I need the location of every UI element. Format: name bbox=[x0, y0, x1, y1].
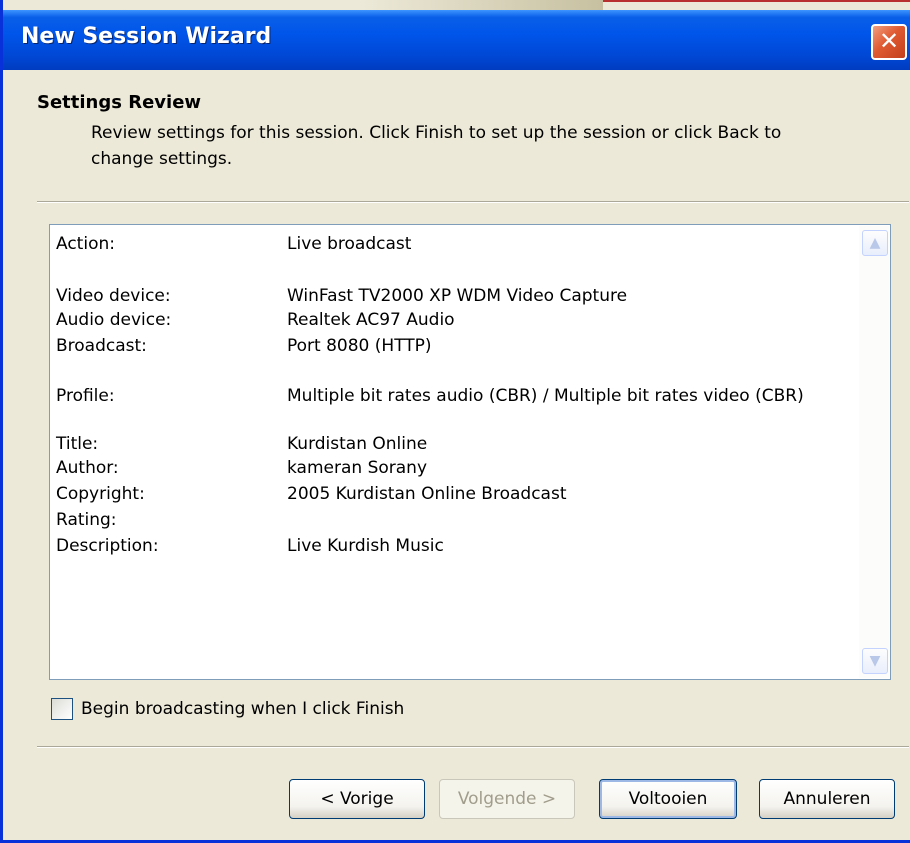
review-value: Kurdistan Online bbox=[287, 434, 428, 454]
review-value: kameran Sorany bbox=[287, 458, 428, 478]
description-line-2: change settings. bbox=[91, 149, 233, 169]
vertical-scrollbar[interactable]: ▲ ▼ bbox=[859, 226, 889, 678]
review-label: Description: bbox=[56, 536, 159, 556]
review-label: Copyright: bbox=[56, 484, 145, 504]
review-value: Port 8080 (HTTP) bbox=[287, 336, 432, 356]
page-title: Settings Review bbox=[37, 92, 202, 113]
back-button[interactable]: < Vorige bbox=[289, 779, 425, 819]
review-label: Video device: bbox=[56, 286, 171, 306]
review-label: Title: bbox=[56, 434, 99, 454]
scroll-down-arrow-icon: ▼ bbox=[869, 653, 881, 669]
review-value: 2005 Kurdistan Online Broadcast bbox=[287, 484, 567, 504]
background-strip-right bbox=[603, 0, 910, 10]
scroll-up-button[interactable]: ▲ bbox=[862, 230, 888, 256]
page-description: Review settings for this session. Click … bbox=[91, 120, 861, 172]
review-label: Audio device: bbox=[56, 310, 172, 330]
scroll-up-arrow-icon: ▲ bbox=[869, 235, 881, 251]
footer-divider bbox=[37, 746, 909, 748]
review-label: Action: bbox=[56, 234, 115, 254]
next-button[interactable]: Volgende > bbox=[439, 779, 575, 819]
header-divider bbox=[37, 201, 909, 203]
review-value: Live Kurdish Music bbox=[287, 536, 444, 556]
review-label: Broadcast: bbox=[56, 336, 147, 356]
wizard-window: New Session Wizard ✕ Settings Review Rev… bbox=[0, 0, 910, 843]
scroll-down-button[interactable]: ▼ bbox=[862, 648, 888, 674]
review-value: Live broadcast bbox=[287, 234, 412, 254]
close-icon: ✕ bbox=[878, 27, 900, 55]
review-label: Author: bbox=[56, 458, 119, 478]
review-value: Multiple bit rates audio (CBR) / Multipl… bbox=[287, 386, 804, 406]
finish-button[interactable]: Voltooien bbox=[599, 779, 737, 819]
settings-review-list[interactable]: Action: Live broadcast Video device: Win… bbox=[49, 224, 891, 680]
background-strip bbox=[3, 0, 603, 10]
cancel-button[interactable]: Annuleren bbox=[759, 779, 895, 819]
begin-broadcasting-checkbox[interactable] bbox=[51, 698, 73, 720]
window-title: New Session Wizard bbox=[21, 24, 272, 49]
begin-broadcasting-label[interactable]: Begin broadcasting when I click Finish bbox=[81, 699, 404, 719]
review-value: WinFast TV2000 XP WDM Video Capture bbox=[287, 286, 628, 306]
description-line-1: Review settings for this session. Click … bbox=[91, 123, 782, 143]
review-label: Rating: bbox=[56, 510, 117, 530]
review-label: Profile: bbox=[56, 386, 115, 406]
begin-broadcasting-option[interactable]: Begin broadcasting when I click Finish bbox=[51, 696, 404, 722]
close-button[interactable]: ✕ bbox=[871, 24, 907, 60]
review-value: Realtek AC97 Audio bbox=[287, 310, 455, 330]
